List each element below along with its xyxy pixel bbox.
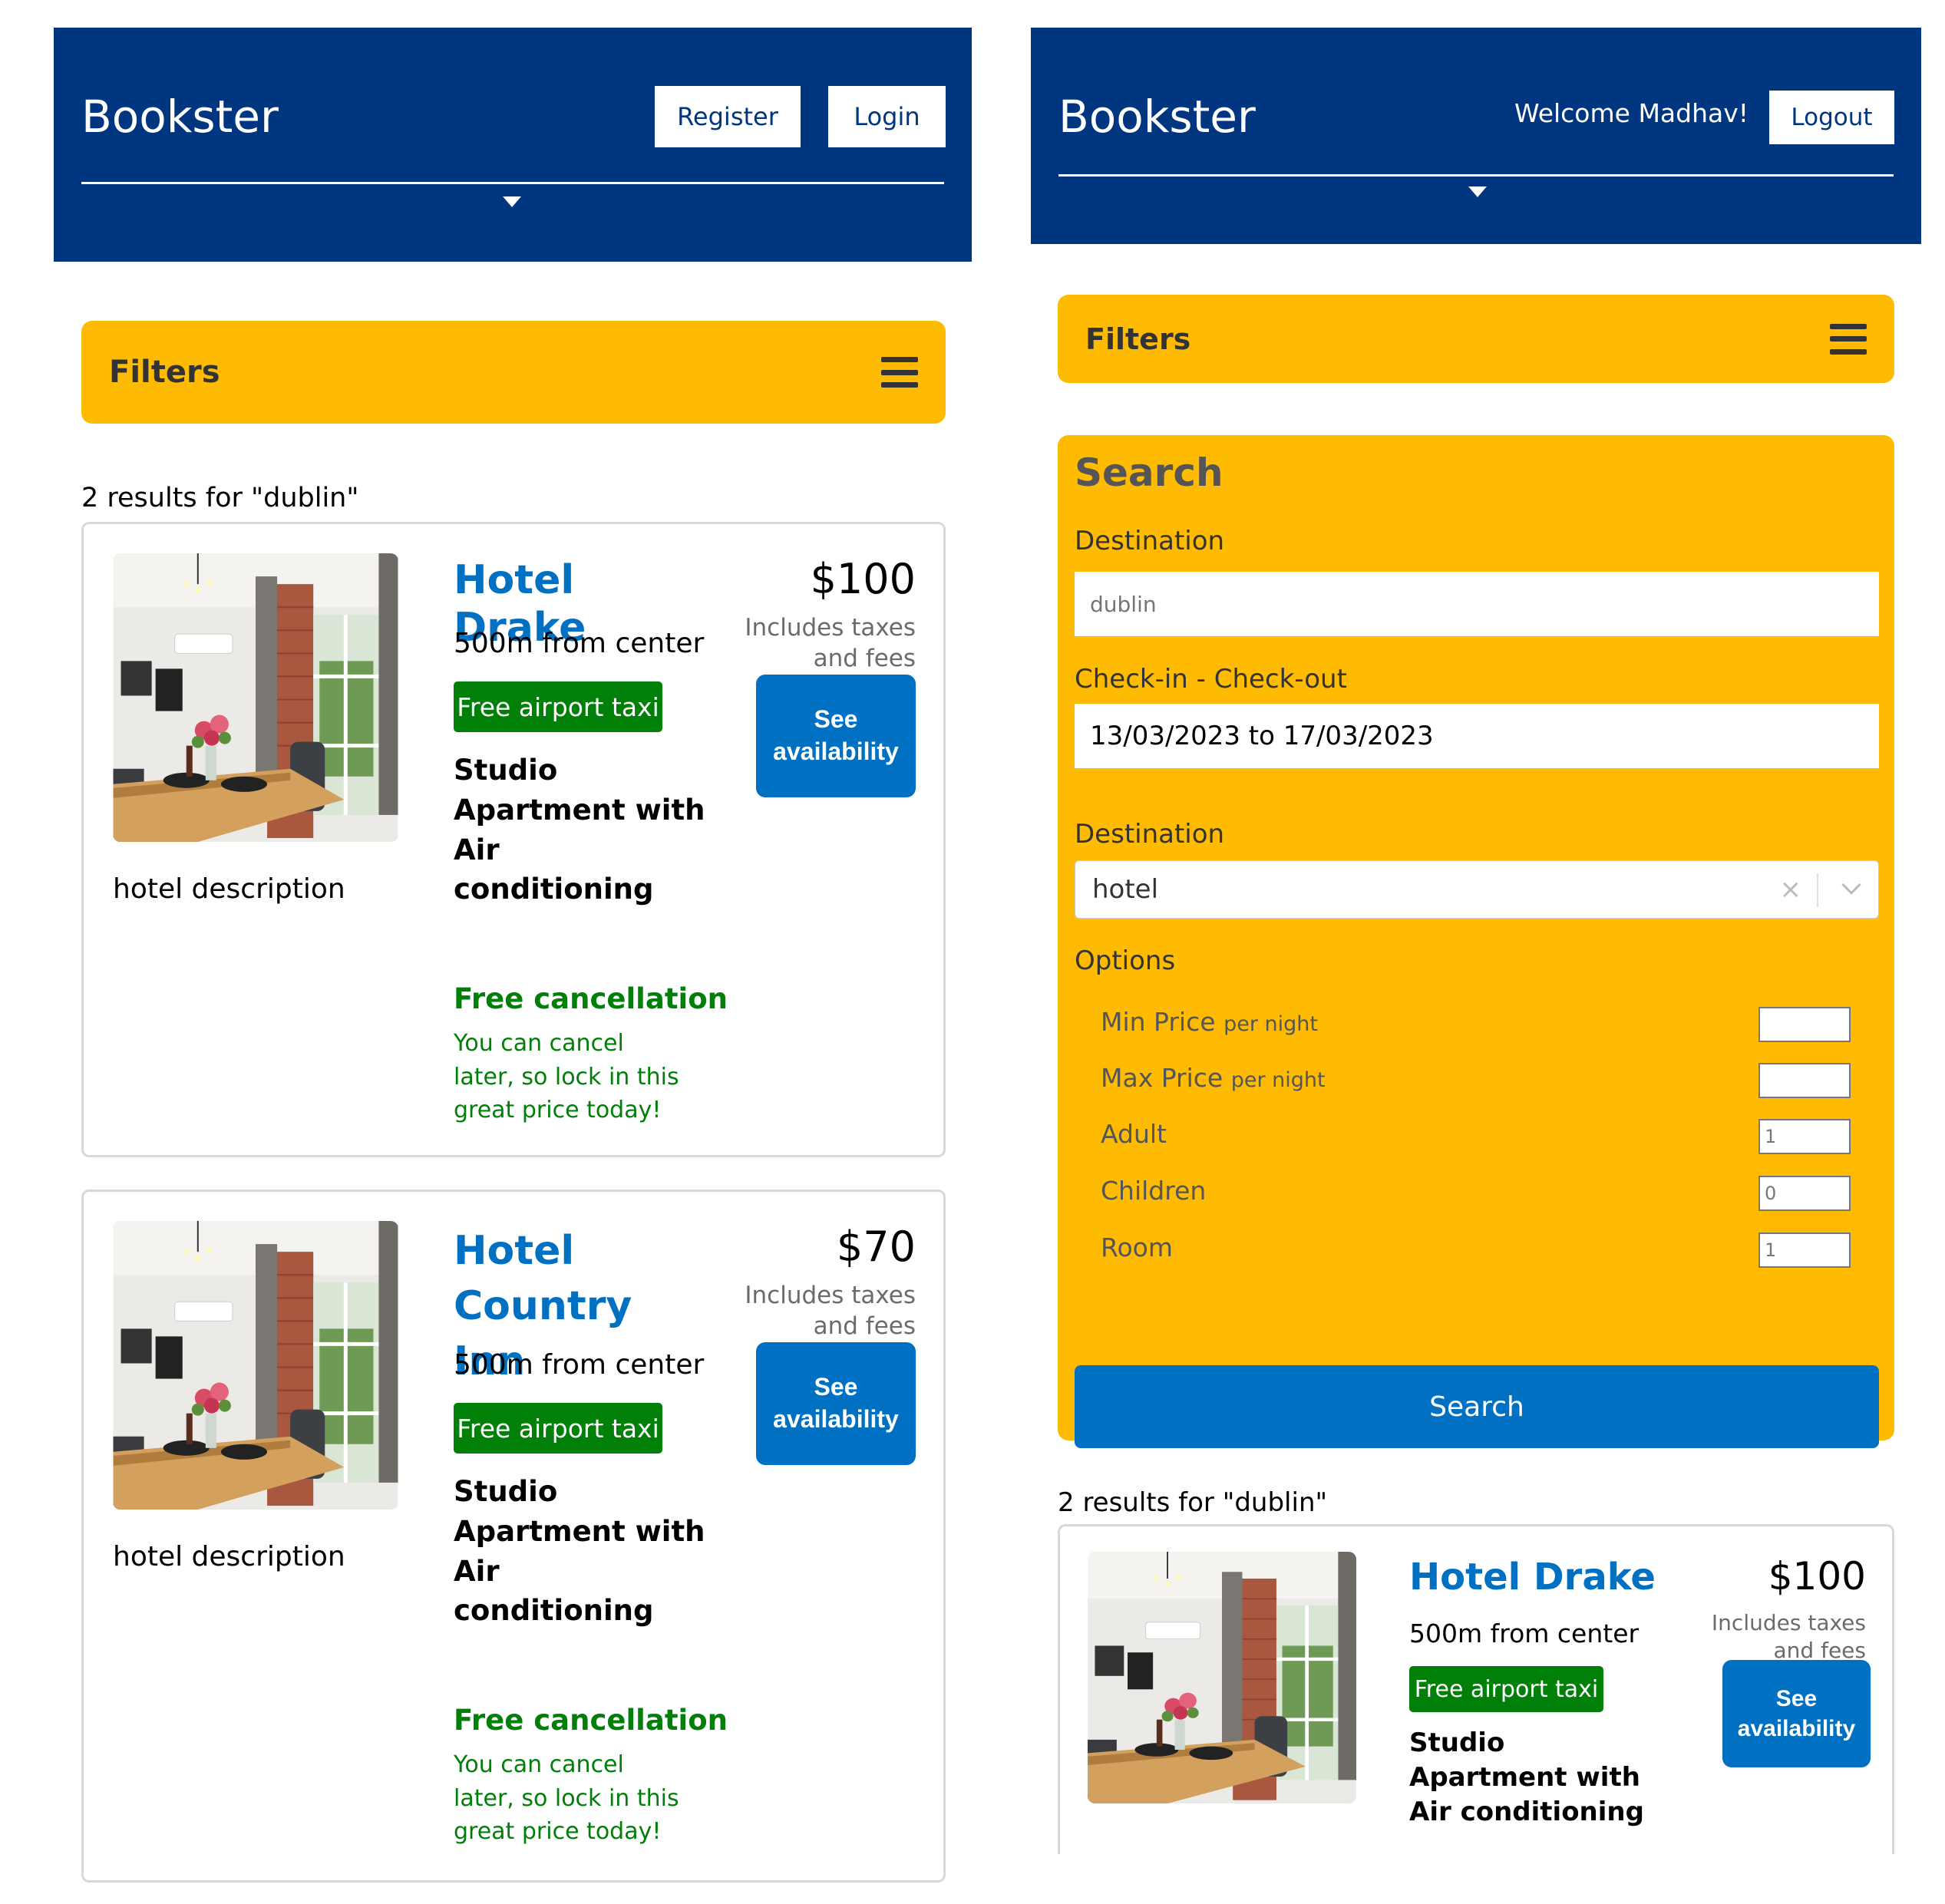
hotel-price: $100	[1768, 1554, 1866, 1599]
min-price-label: Min Price per night	[1101, 1007, 1318, 1037]
date-range-value: 13/03/2023 to 17/03/2023	[1090, 721, 1434, 751]
logged-in-view: Bookster Welcome Madhav! Logout Filters …	[1031, 28, 1921, 1854]
taxi-badge: Free airport taxi	[454, 1403, 662, 1454]
site-header: Bookster Register Login	[54, 28, 972, 262]
caret-down-icon[interactable]	[1468, 186, 1487, 197]
welcome-message: Welcome Madhav!	[1514, 98, 1749, 128]
adult-input[interactable]: 1	[1758, 1119, 1851, 1154]
logged-out-view: Bookster Register Login Filters 2 result…	[54, 28, 972, 1883]
taxi-badge: Free airport taxi	[1409, 1666, 1603, 1712]
price-note: Includes taxes and fees	[1711, 1610, 1866, 1664]
price-note: Includes taxes and fees	[745, 1282, 916, 1341]
property-type-select[interactable]: hotel ×	[1075, 860, 1879, 919]
search-button[interactable]: Search	[1075, 1365, 1879, 1448]
room-label: Room	[1101, 1232, 1173, 1262]
hotel-card: hotel description Hotel Drake 500m from …	[81, 522, 946, 1157]
property-type-value: hotel	[1092, 874, 1159, 905]
room-input[interactable]: 1	[1758, 1232, 1851, 1268]
hotel-description: hotel description	[113, 1541, 345, 1572]
hotel-image[interactable]	[113, 1221, 398, 1510]
room-type: Studio Apartment with Air conditioning	[1409, 1727, 1644, 1827]
hotel-image[interactable]	[1088, 1552, 1356, 1803]
cancellation-note: You can cancel later, so lock in this gr…	[454, 1751, 679, 1845]
hotel-distance: 500m from center	[454, 1349, 705, 1381]
adult-label: Adult	[1101, 1119, 1167, 1149]
hotel-card: hotel description Hotel Country Inn 500m…	[81, 1190, 946, 1883]
select-separator	[1817, 873, 1818, 907]
search-title: Search	[1075, 450, 1223, 495]
room-type: Studio Apartment with Air conditioning	[454, 1475, 705, 1628]
hotel-distance: 500m from center	[1409, 1619, 1640, 1648]
brand-logo[interactable]: Bookster	[81, 91, 279, 143]
hotel-description: hotel description	[113, 873, 345, 905]
max-price-input[interactable]	[1758, 1063, 1851, 1098]
cancellation-note: You can cancel later, so lock in this gr…	[454, 1030, 679, 1124]
see-availability-button[interactable]: See availability	[1722, 1660, 1871, 1767]
filters-label: Filters	[1085, 322, 1191, 356]
hotel-distance: 500m from center	[454, 628, 705, 659]
filters-label: Filters	[109, 355, 220, 390]
free-cancellation-title: Free cancellation	[454, 982, 728, 1015]
clear-icon[interactable]: ×	[1780, 874, 1802, 905]
search-panel: Search Destination Check-in - Check-out …	[1058, 435, 1894, 1448]
logout-button[interactable]: Logout	[1769, 91, 1894, 144]
site-header: Bookster Welcome Madhav! Logout	[1031, 28, 1921, 244]
header-divider	[81, 182, 944, 184]
filters-bar[interactable]: Filters	[1058, 295, 1894, 383]
property-type-label: Destination	[1075, 819, 1225, 850]
hotel-price: $70	[836, 1223, 916, 1271]
register-button[interactable]: Register	[655, 86, 801, 147]
filters-bar[interactable]: Filters	[81, 321, 946, 424]
children-label: Children	[1101, 1176, 1207, 1206]
free-cancellation-title: Free cancellation	[454, 1704, 728, 1737]
results-count: 2 results for "dublin"	[81, 483, 359, 513]
hotel-price: $100	[810, 555, 916, 603]
destination-label: Destination	[1075, 526, 1225, 556]
max-price-label: Max Price per night	[1101, 1063, 1326, 1093]
results-count: 2 results for "dublin"	[1058, 1487, 1328, 1518]
brand-logo[interactable]: Bookster	[1058, 91, 1256, 143]
min-price-input[interactable]	[1758, 1007, 1851, 1042]
dates-label: Check-in - Check-out	[1075, 664, 1347, 695]
see-availability-button[interactable]: See availability	[756, 1342, 916, 1465]
date-range-input[interactable]: 13/03/2023 to 17/03/2023	[1075, 704, 1879, 768]
room-type: Studio Apartment with Air conditioning	[454, 754, 705, 906]
hotel-name[interactable]: Hotel Drake	[1409, 1556, 1656, 1600]
destination-input[interactable]	[1075, 572, 1879, 636]
chevron-down-icon[interactable]	[1841, 875, 1861, 895]
children-input[interactable]: 0	[1758, 1176, 1851, 1211]
see-availability-button[interactable]: See availability	[756, 675, 916, 797]
hamburger-menu-icon[interactable]	[1830, 323, 1867, 355]
price-note: Includes taxes and fees	[745, 614, 916, 673]
hotel-image[interactable]	[113, 553, 398, 842]
taxi-badge: Free airport taxi	[454, 681, 662, 732]
caret-down-icon[interactable]	[503, 196, 521, 207]
options-label: Options	[1075, 945, 1176, 976]
hotel-card: Hotel Drake 500m from center Free airpor…	[1058, 1524, 1894, 1854]
header-divider	[1058, 174, 1894, 177]
hamburger-menu-icon[interactable]	[881, 357, 918, 388]
login-button[interactable]: Login	[828, 86, 946, 147]
